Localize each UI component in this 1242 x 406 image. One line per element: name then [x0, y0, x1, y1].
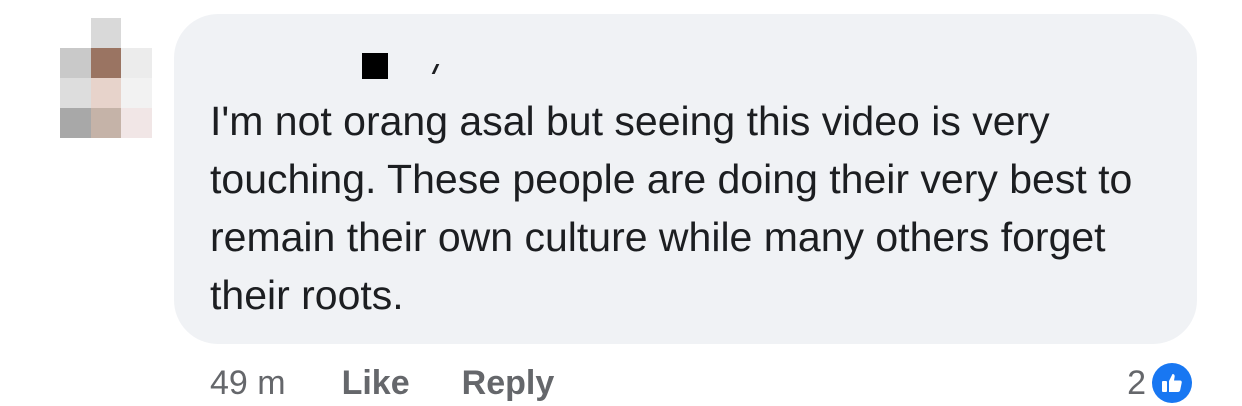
reaction-summary[interactable]: 2: [1127, 361, 1192, 405]
redacted-author-name[interactable]: [362, 53, 388, 79]
avatar[interactable]: [60, 18, 152, 138]
comment-actions: 49 m Like Reply: [210, 360, 606, 406]
comment-row: I'm not orang asal but seeing this video…: [0, 0, 1242, 406]
like-button[interactable]: Like: [342, 364, 410, 403]
thumbs-up-icon: [1152, 363, 1192, 403]
comment-timestamp[interactable]: 49 m: [210, 364, 286, 403]
comment-text: I'm not orang asal but seeing this video…: [210, 98, 1133, 318]
reaction-count: 2: [1127, 363, 1146, 402]
reply-button[interactable]: Reply: [462, 364, 555, 403]
